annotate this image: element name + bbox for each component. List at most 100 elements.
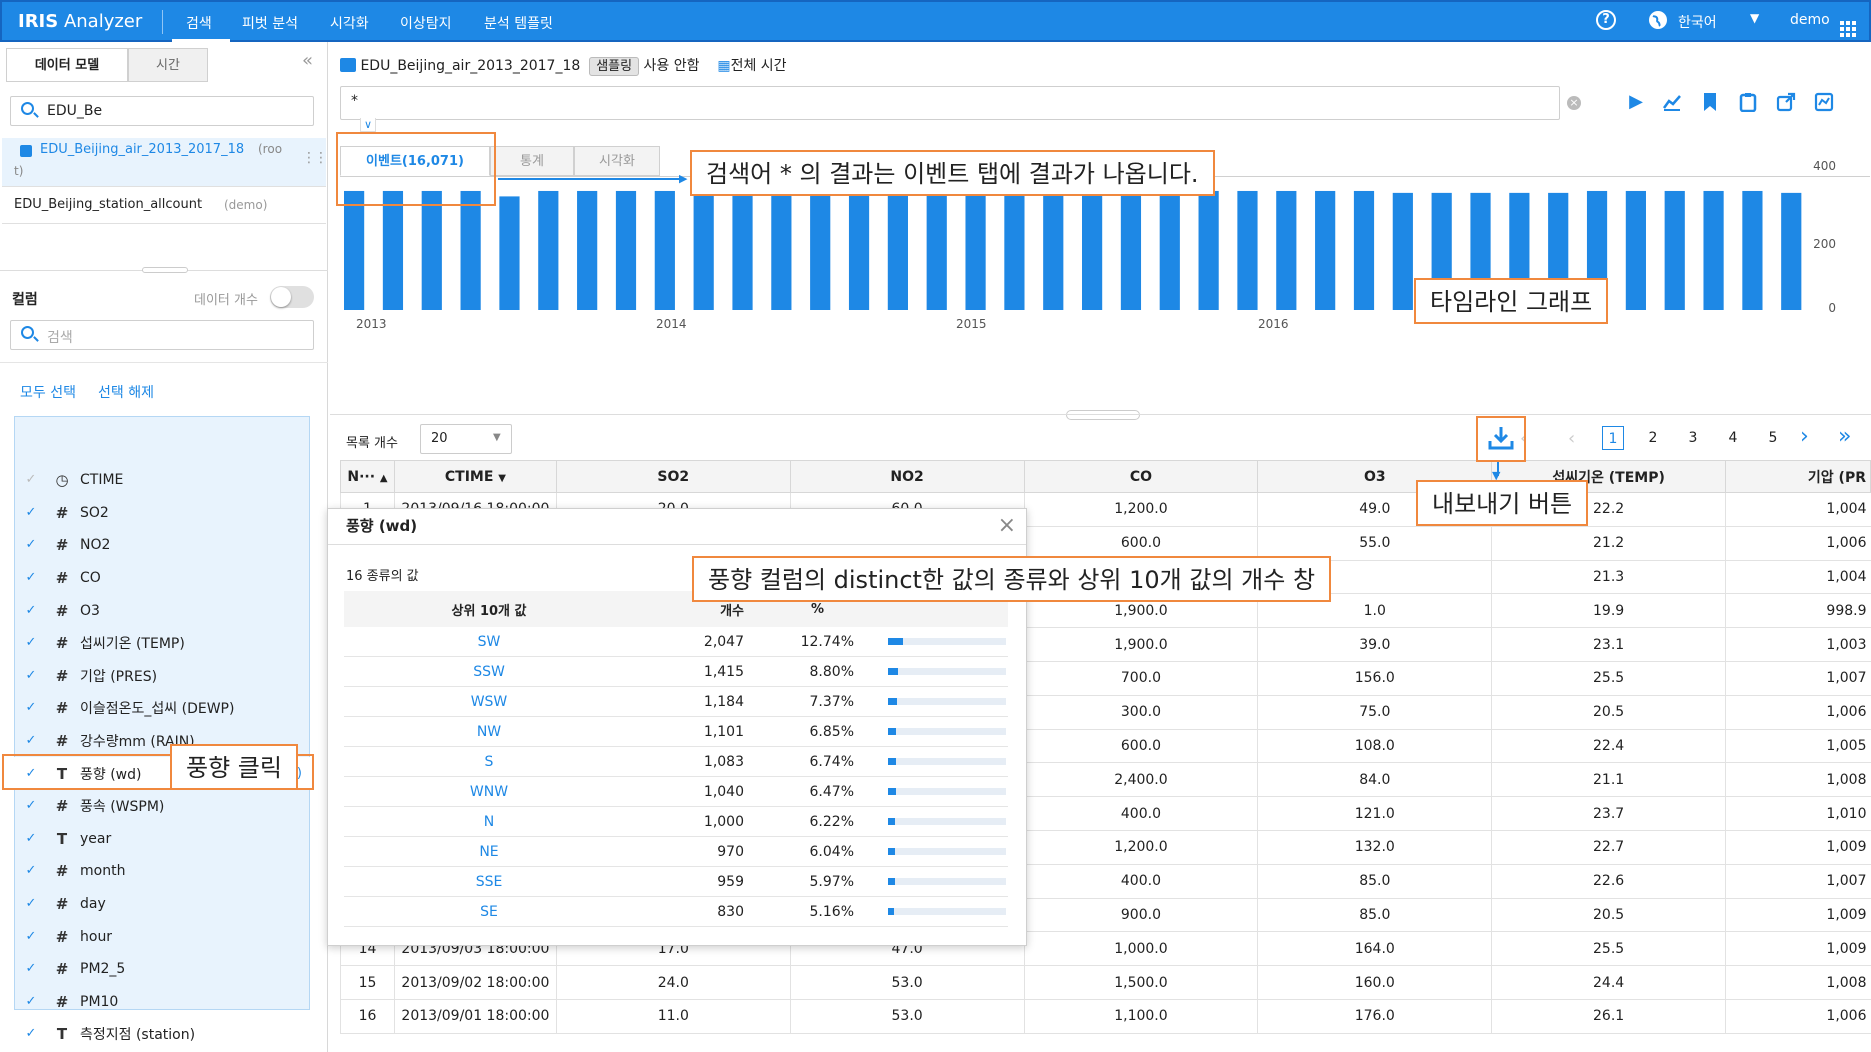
- timeline-chart[interactable]: 400 200 0 2013 2014 2015 2016: [340, 159, 1840, 390]
- timeline-bar[interactable]: [1625, 190, 1646, 310]
- page-2[interactable]: 2: [1642, 426, 1664, 450]
- checkbox-icon[interactable]: ✓: [24, 668, 38, 683]
- share-icon[interactable]: [1776, 92, 1796, 112]
- prev-page-icon[interactable]: ‹: [1568, 428, 1575, 449]
- table-row[interactable]: 15 2013/09/02 18:00:00 24.0 53.0 1,500.0 160.…: [340, 965, 1871, 1000]
- distinct-value-row[interactable]: SE 830 5.16%: [344, 897, 1008, 927]
- column-item[interactable]: ✓ # hour: [14, 920, 310, 953]
- dataset-name[interactable]: EDU_Beijing_air_2013_2017_18: [360, 58, 580, 74]
- column-item[interactable]: ✓ ◷ CTIME: [14, 464, 310, 497]
- distinct-value-row[interactable]: SW 2,047 12.74%: [344, 627, 1008, 657]
- timeline-bar[interactable]: [1004, 190, 1025, 310]
- resize-handle[interactable]: [0, 267, 328, 278]
- chart-resize-handle[interactable]: [1066, 410, 1140, 420]
- tab-visualization[interactable]: 시각화: [574, 146, 660, 176]
- page-1[interactable]: 1: [1602, 426, 1624, 450]
- timeline-bar[interactable]: [344, 190, 365, 310]
- timeline-bar[interactable]: [1276, 190, 1297, 310]
- checkbox-icon[interactable]: ✓: [24, 864, 38, 878]
- timeline-bar[interactable]: [615, 190, 637, 310]
- checkbox-icon[interactable]: ✓: [24, 636, 38, 650]
- checkbox-icon[interactable]: ✓: [24, 734, 38, 748]
- distinct-value-row[interactable]: S 1,083 6.74%: [344, 747, 1008, 777]
- timeline-bar[interactable]: [732, 190, 753, 310]
- checkbox-icon[interactable]: ✓: [24, 831, 38, 846]
- timeline-bar[interactable]: [1198, 190, 1219, 310]
- query-input[interactable]: * ×: [340, 86, 1581, 120]
- timeline-bar[interactable]: [1237, 190, 1258, 310]
- timeline-bar[interactable]: [1082, 190, 1103, 310]
- col-header-pres[interactable]: 기압 (PR: [1725, 460, 1871, 493]
- model-item-selected[interactable]: EDU_Beijing_air_2013_2017_18 (roo t) ⋮⋮: [2, 138, 328, 186]
- clipboard-icon[interactable]: [1738, 92, 1758, 113]
- tab-time[interactable]: 시간: [128, 48, 208, 82]
- timeline-bar[interactable]: [577, 190, 598, 310]
- timeline-bar[interactable]: [1664, 190, 1685, 310]
- deselect-link[interactable]: 선택 해제: [98, 382, 154, 402]
- checkbox-icon[interactable]: ✓: [24, 473, 38, 487]
- app-logo[interactable]: IRIS Analyzer: [18, 11, 142, 32]
- timeline-bar[interactable]: [1703, 190, 1724, 310]
- col-header-so2[interactable]: SO2: [555, 460, 791, 493]
- table-row[interactable]: 16 2013/09/01 18:00:00 11.0 53.0 1,100.0 176.…: [340, 999, 1871, 1034]
- nav-search[interactable]: 검색: [186, 13, 212, 33]
- distinct-value[interactable]: SE: [344, 904, 634, 920]
- timeline-bar[interactable]: [1315, 190, 1336, 310]
- distinct-value-row[interactable]: SSW 1,415 8.80%: [344, 657, 1008, 687]
- distinct-value[interactable]: SSE: [344, 874, 634, 890]
- column-item[interactable]: ✓ # CO: [14, 562, 310, 595]
- checkbox-icon[interactable]: ✓: [24, 929, 38, 944]
- column-item[interactable]: ✓ # O3: [14, 594, 310, 627]
- nav-visualization[interactable]: 시각화: [330, 13, 369, 33]
- checkbox-icon[interactable]: ✓: [24, 799, 38, 813]
- distinct-value[interactable]: WNW: [344, 784, 634, 800]
- nav-templates[interactable]: 분석 템플릿: [484, 13, 553, 33]
- timeline-bar[interactable]: [1043, 190, 1064, 310]
- checkbox-icon[interactable]: ✓: [24, 603, 38, 618]
- timeline-bar[interactable]: [1742, 190, 1763, 310]
- timeline-bar[interactable]: [1120, 190, 1142, 310]
- chart-icon[interactable]: [1662, 92, 1682, 112]
- close-icon[interactable]: ×: [998, 513, 1016, 538]
- timeline-bar[interactable]: [538, 190, 559, 310]
- distinct-value[interactable]: S: [344, 754, 634, 770]
- timeline-bar[interactable]: [848, 190, 870, 310]
- timeline-bar[interactable]: [887, 190, 908, 310]
- distinct-value[interactable]: SW: [344, 634, 634, 650]
- timeline-bar[interactable]: [693, 190, 714, 310]
- page-4[interactable]: 4: [1722, 426, 1744, 450]
- column-item[interactable]: ✓ # PM2_5: [14, 953, 310, 986]
- checkbox-icon[interactable]: ✓: [24, 1027, 38, 1041]
- select-all-link[interactable]: 모두 선택: [20, 382, 76, 402]
- drag-handle-icon[interactable]: ⋮⋮: [302, 150, 328, 166]
- distinct-value[interactable]: NE: [344, 844, 634, 860]
- distinct-value-row[interactable]: SSE 959 5.97%: [344, 867, 1008, 897]
- last-page-icon[interactable]: »: [1838, 424, 1851, 449]
- col-header-no2[interactable]: NO2: [789, 460, 1025, 493]
- report-icon[interactable]: [1814, 92, 1834, 112]
- timeline-bar[interactable]: [1353, 190, 1375, 310]
- bookmark-icon[interactable]: [1700, 92, 1720, 112]
- timeline-bar[interactable]: [810, 190, 831, 310]
- col-header-ctime[interactable]: CTIME ▼: [393, 460, 557, 493]
- data-count-toggle[interactable]: [270, 286, 314, 308]
- column-item[interactable]: ✓ Tyear: [14, 823, 310, 856]
- tab-stats[interactable]: 통계: [490, 146, 574, 176]
- column-item[interactable]: ✓ # NO2: [14, 529, 310, 562]
- column-search-input[interactable]: 검색: [10, 320, 314, 350]
- column-item[interactable]: ✓ # 기압 (PRES): [14, 660, 310, 693]
- timeline-bar[interactable]: [1159, 190, 1180, 310]
- model-item[interactable]: EDU_Beijing_station_allcount (demo): [2, 186, 326, 224]
- col-header-no[interactable]: N··· ▲: [340, 460, 395, 493]
- next-page-icon[interactable]: ›: [1800, 424, 1809, 449]
- run-icon[interactable]: ▶: [1626, 92, 1646, 112]
- sampling-badge[interactable]: 샘플링: [589, 57, 640, 76]
- column-item[interactable]: ✓ # SO2: [14, 497, 310, 530]
- collapse-panel-icon[interactable]: «: [302, 50, 313, 71]
- column-item[interactable]: ✓ # PM10: [14, 986, 310, 1019]
- apps-grid-icon[interactable]: [1840, 14, 1856, 37]
- clear-icon[interactable]: ×: [1567, 96, 1581, 110]
- checkbox-icon[interactable]: ✓: [24, 538, 38, 552]
- column-item[interactable]: ✓ # day: [14, 888, 310, 921]
- help-icon[interactable]: ?: [1596, 10, 1616, 30]
